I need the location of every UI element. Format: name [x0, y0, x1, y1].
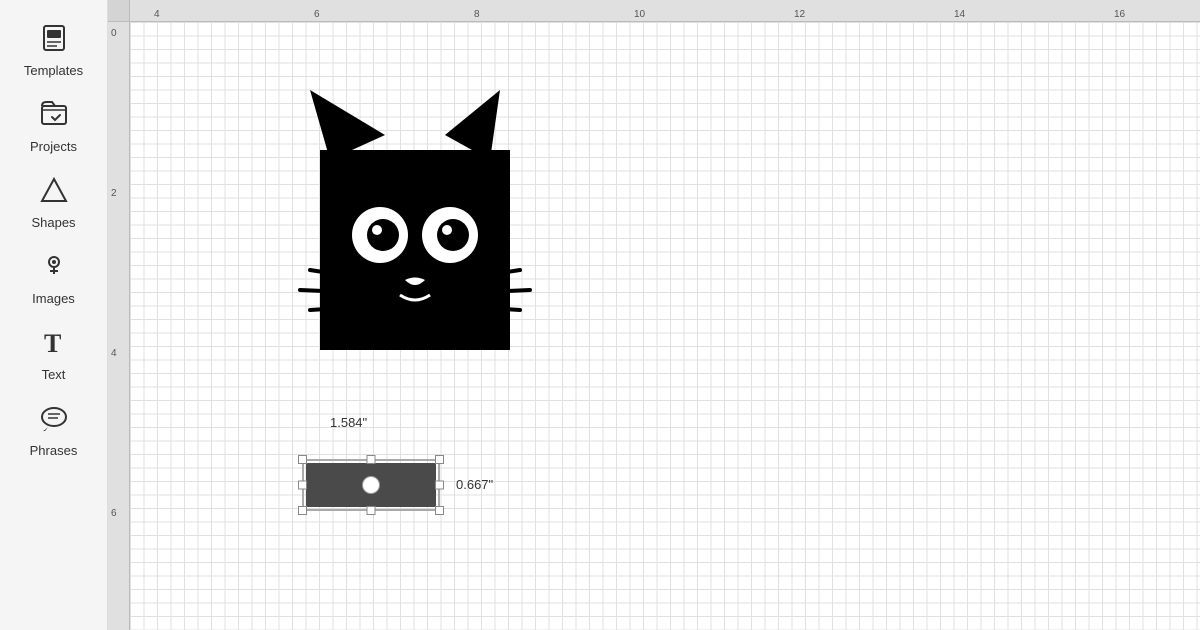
cat-width-label: 1.584": [330, 415, 367, 430]
handle-lm[interactable]: [298, 481, 307, 490]
handle-bl[interactable]: [298, 506, 307, 515]
ruler-top: 4 6 8 10 12 14 16: [108, 0, 1200, 22]
handle-rm[interactable]: [435, 481, 444, 490]
ruler-tick-14: 14: [954, 9, 965, 20]
sidebar-item-phrases[interactable]: Phrases: [0, 390, 107, 466]
ruler-tick-16: 16: [1114, 9, 1125, 20]
handle-tr[interactable]: [435, 455, 444, 464]
sidebar: Templates Projects Shapes: [0, 0, 108, 630]
ruler-tick-4-left: 4: [111, 348, 117, 359]
handle-br[interactable]: [435, 506, 444, 515]
templates-label: Templates: [24, 63, 83, 78]
ruler-tick-2-left: 2: [111, 188, 117, 199]
images-icon: [38, 250, 70, 287]
phrases-icon: [38, 402, 70, 439]
sidebar-item-text[interactable]: T Text: [0, 314, 107, 390]
ruler-tick-6-left: 6: [111, 508, 117, 519]
phrases-label: Phrases: [30, 443, 78, 458]
ruler-left: 0 2 4 6: [108, 22, 130, 630]
text-label: Text: [42, 367, 66, 382]
selected-object[interactable]: [302, 459, 440, 511]
text-icon: T: [38, 326, 70, 363]
projects-label: Projects: [30, 139, 77, 154]
templates-icon: [38, 22, 70, 59]
sidebar-item-projects[interactable]: Projects: [0, 86, 107, 162]
cat-image[interactable]: [280, 50, 550, 410]
ruler-tick-4: 4: [154, 9, 160, 20]
ruler-tick-10: 10: [634, 9, 645, 20]
handle-tl[interactable]: [298, 455, 307, 464]
shapes-label: Shapes: [31, 215, 75, 230]
images-label: Images: [32, 291, 75, 306]
ruler-tick-6: 6: [314, 9, 320, 20]
svg-text:T: T: [44, 329, 61, 358]
ruler-tick-8: 8: [474, 9, 480, 20]
ruler-corner: [108, 0, 130, 22]
ruler-tick-12: 12: [794, 9, 805, 20]
handle-bm[interactable]: [367, 506, 376, 515]
ruler-tick-0: 0: [111, 28, 117, 39]
handle-tm[interactable]: [367, 455, 376, 464]
sidebar-item-templates[interactable]: Templates: [0, 10, 107, 86]
projects-icon: [38, 98, 70, 135]
small-obj-width-label: 0.667": [456, 477, 493, 492]
sidebar-item-shapes[interactable]: Shapes: [0, 162, 107, 238]
shapes-icon: [38, 174, 70, 211]
canvas-wrapper: 0 2 4 6: [108, 22, 1200, 630]
sidebar-item-images[interactable]: Images: [0, 238, 107, 314]
main-canvas-area: 4 6 8 10 12 14 16 0 2 4 6: [108, 0, 1200, 630]
